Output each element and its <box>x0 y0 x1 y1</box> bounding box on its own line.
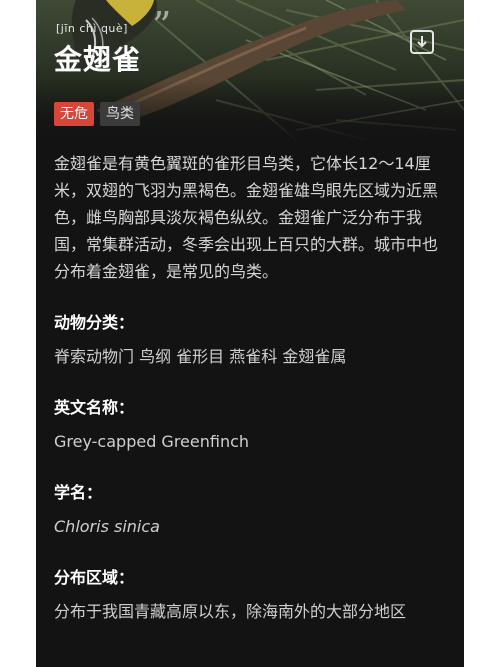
hero-image: [jīn chì què] ” 金翅雀 无危 鸟类 <box>36 0 464 140</box>
section-taxonomy: 动物分类： 脊索动物门 鸟纲 雀形目 燕雀科 金翅雀属 <box>54 312 452 370</box>
pinyin-label: [jīn chì què] <box>56 22 128 35</box>
download-icon <box>417 36 427 48</box>
section-english-name: 英文名称： Grey-capped Greenfinch <box>54 397 452 455</box>
section-value: 脊索动物门 鸟纲 雀形目 燕雀科 金翅雀属 <box>54 347 347 366</box>
section-title: 英文名称： <box>54 398 135 417</box>
download-button[interactable] <box>410 30 434 54</box>
category-badge: 鸟类 <box>100 102 140 126</box>
section-value: Grey-capped Greenfinch <box>54 432 250 451</box>
species-detail-screen: [jīn chì què] ” 金翅雀 无危 鸟类 金翅雀是有黄色翼斑的雀形目鸟… <box>36 0 464 667</box>
quote-icon: ” <box>152 4 172 48</box>
detail-content: 金翅雀是有黄色翼斑的雀形目鸟类，它体长12～14厘米，双翅的飞羽为黑褐色。金翅雀… <box>54 150 452 625</box>
section-title: 学名： <box>54 483 103 502</box>
section-value: Chloris sinica <box>54 517 160 536</box>
tag-row: 无危 鸟类 <box>54 102 140 126</box>
section-title: 分布区域： <box>54 568 135 587</box>
page-title: 金翅雀 <box>54 43 142 76</box>
section-scientific-name: 学名： Chloris sinica <box>54 482 452 540</box>
section-distribution: 分布区域： 分布于我国青藏高原以东，除海南外的大部分地区 <box>54 567 452 625</box>
section-value: 分布于我国青藏高原以东，除海南外的大部分地区 <box>54 602 407 621</box>
section-title: 动物分类： <box>54 313 135 332</box>
conservation-status-badge: 无危 <box>54 102 94 126</box>
species-description: 金翅雀是有黄色翼斑的雀形目鸟类，它体长12～14厘米，双翅的飞羽为黑褐色。金翅雀… <box>54 154 439 281</box>
